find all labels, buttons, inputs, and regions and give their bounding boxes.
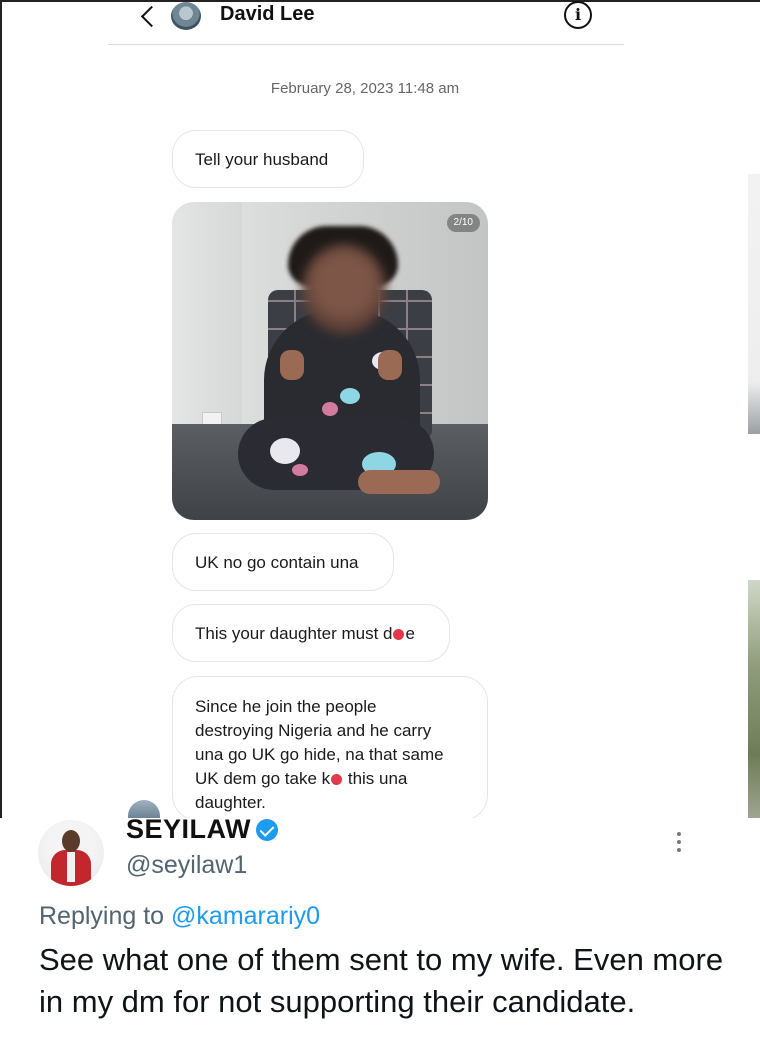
dm-header: David Lee i <box>108 0 624 45</box>
info-icon[interactable]: i <box>564 1 592 29</box>
more-vertical-icon[interactable] <box>674 832 684 856</box>
author-handle[interactable]: @seyilaw1 <box>126 851 247 880</box>
photo-counter-badge: 2/10 <box>446 214 480 232</box>
redaction-mark <box>331 774 343 786</box>
chevron-left-icon[interactable] <box>136 2 160 32</box>
author-avatar[interactable] <box>38 820 104 886</box>
tweet-card: SEYILAW @seyilaw1 Replying to @kamarariy… <box>0 814 760 1062</box>
redaction-mark <box>393 629 405 641</box>
replying-prefix: Replying to <box>39 902 172 930</box>
photo-child-hand <box>280 350 304 380</box>
message-text: e <box>405 624 415 643</box>
tweet-text: See what one of them sent to my wife. Ev… <box>39 942 724 1019</box>
message-line: una go UK go hide, na that same <box>195 745 444 764</box>
avatar-face <box>62 830 80 852</box>
message-line: destroying Nigeria and he carry <box>195 721 432 740</box>
message-line: Since he join the people <box>195 697 377 716</box>
message-bubble[interactable]: UK no go contain una <box>172 533 394 591</box>
contact-avatar[interactable] <box>171 2 201 30</box>
message-line: UK dem go take k <box>195 769 331 788</box>
message-timestamp: February 28, 2023 11:48 am <box>270 80 460 97</box>
replying-to: Replying to @kamarariy0 <box>39 902 320 931</box>
reply-mention-link[interactable]: @kamarariy0 <box>171 902 320 930</box>
photo-blurred-face <box>302 244 386 334</box>
verified-badge-icon <box>256 819 278 841</box>
photo-child-hand <box>378 350 402 380</box>
pajama-print <box>340 388 360 404</box>
screenshot-frame: David Lee i February 28, 2023 11:48 am T… <box>0 0 760 1062</box>
message-text: Tell your husband <box>195 150 329 169</box>
message-text: UK no go contain una <box>195 553 359 572</box>
message-bubble[interactable]: Since he join the people destroying Nige… <box>172 676 488 821</box>
author-name[interactable]: SEYILAW <box>126 814 251 845</box>
pajama-print <box>292 464 308 476</box>
adjacent-photo-edge <box>748 174 760 434</box>
message-bubble[interactable]: This your daughter must d e <box>172 604 450 662</box>
message-line: daughter. <box>195 793 266 812</box>
message-text: This your daughter must d <box>195 624 393 643</box>
pajama-print <box>270 438 300 464</box>
pajama-print <box>322 402 338 416</box>
photo-child-foot <box>358 470 440 494</box>
contact-name[interactable]: David Lee <box>220 3 314 26</box>
message-photo[interactable]: 2/10 <box>172 202 488 520</box>
avatar-shirt <box>67 852 75 882</box>
message-line: this una <box>343 769 408 788</box>
message-bubble[interactable]: Tell your husband <box>172 130 364 188</box>
